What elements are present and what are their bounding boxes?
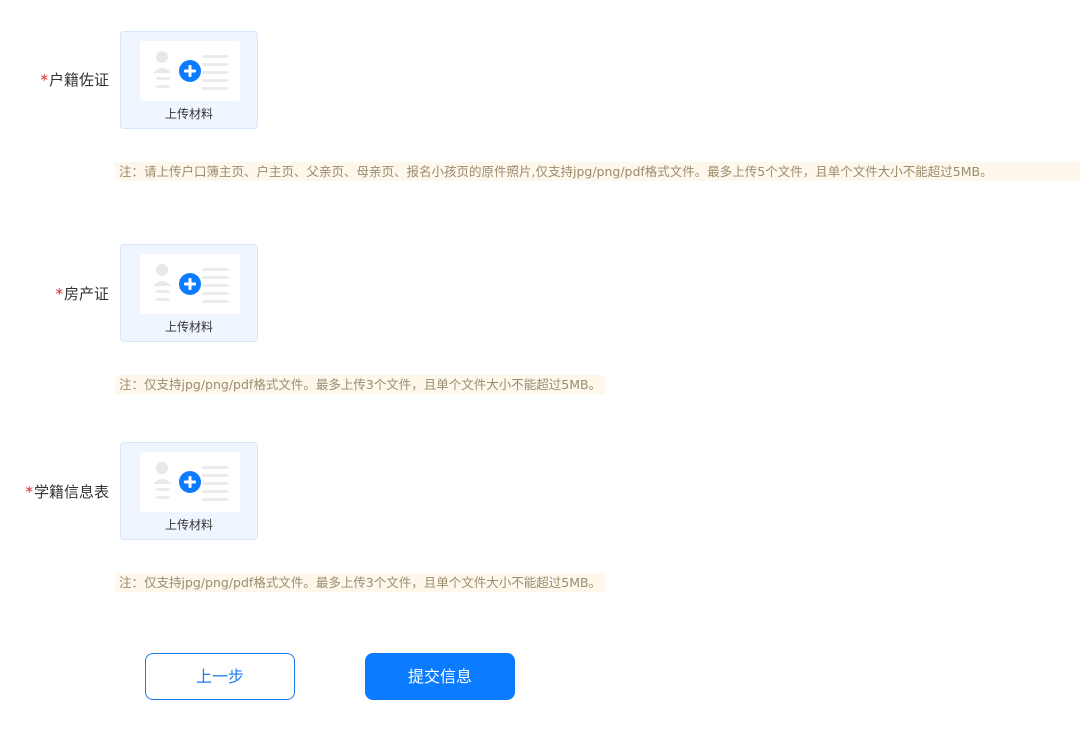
upload-placeholder-card bbox=[140, 452, 240, 512]
upload-button-label: 上传材料 bbox=[164, 518, 213, 532]
upload-button-label: 上传材料 bbox=[164, 320, 213, 334]
upload-placeholder-card bbox=[140, 254, 240, 314]
upload-note: 注：仅支持jpg/png/pdf格式文件。最多上传3个文件，且单个文件大小不能超… bbox=[115, 375, 606, 394]
add-document-icon bbox=[153, 51, 228, 90]
upload-button-property[interactable]: 上传材料 bbox=[120, 244, 258, 342]
required-mark: * bbox=[25, 483, 33, 501]
upload-button-label: 上传材料 bbox=[164, 107, 213, 121]
submit-button[interactable]: 提交信息 bbox=[365, 653, 515, 700]
required-mark: * bbox=[55, 285, 63, 303]
upload-note: 注：请上传户口簿主页、户主页、父亲页、母亲页、报名小孩页的原件照片,仅支持jpg… bbox=[115, 162, 1080, 181]
add-document-icon bbox=[153, 264, 228, 303]
field-label-text: 户籍佐证 bbox=[48, 71, 109, 89]
previous-step-button[interactable]: 上一步 bbox=[145, 653, 295, 700]
field-label-text: 学籍信息表 bbox=[33, 483, 109, 501]
add-document-icon bbox=[153, 462, 228, 501]
material-upload-form: *户籍佐证 上传材料 注：请上传户口簿主页、户主页、父亲页、母亲页、报名小孩页的… bbox=[0, 0, 1080, 742]
field-label-text: 房产证 bbox=[63, 285, 109, 303]
upload-note: 注：仅支持jpg/png/pdf格式文件。最多上传3个文件，且单个文件大小不能超… bbox=[115, 573, 606, 592]
required-mark: * bbox=[40, 71, 48, 89]
field-label-student-record: *学籍信息表 bbox=[25, 482, 109, 502]
field-label-property: *房产证 bbox=[55, 284, 109, 304]
upload-placeholder-card bbox=[140, 41, 240, 101]
field-label-household: *户籍佐证 bbox=[40, 70, 109, 90]
upload-button-student-record[interactable]: 上传材料 bbox=[120, 442, 258, 540]
upload-button-household[interactable]: 上传材料 bbox=[120, 31, 258, 129]
